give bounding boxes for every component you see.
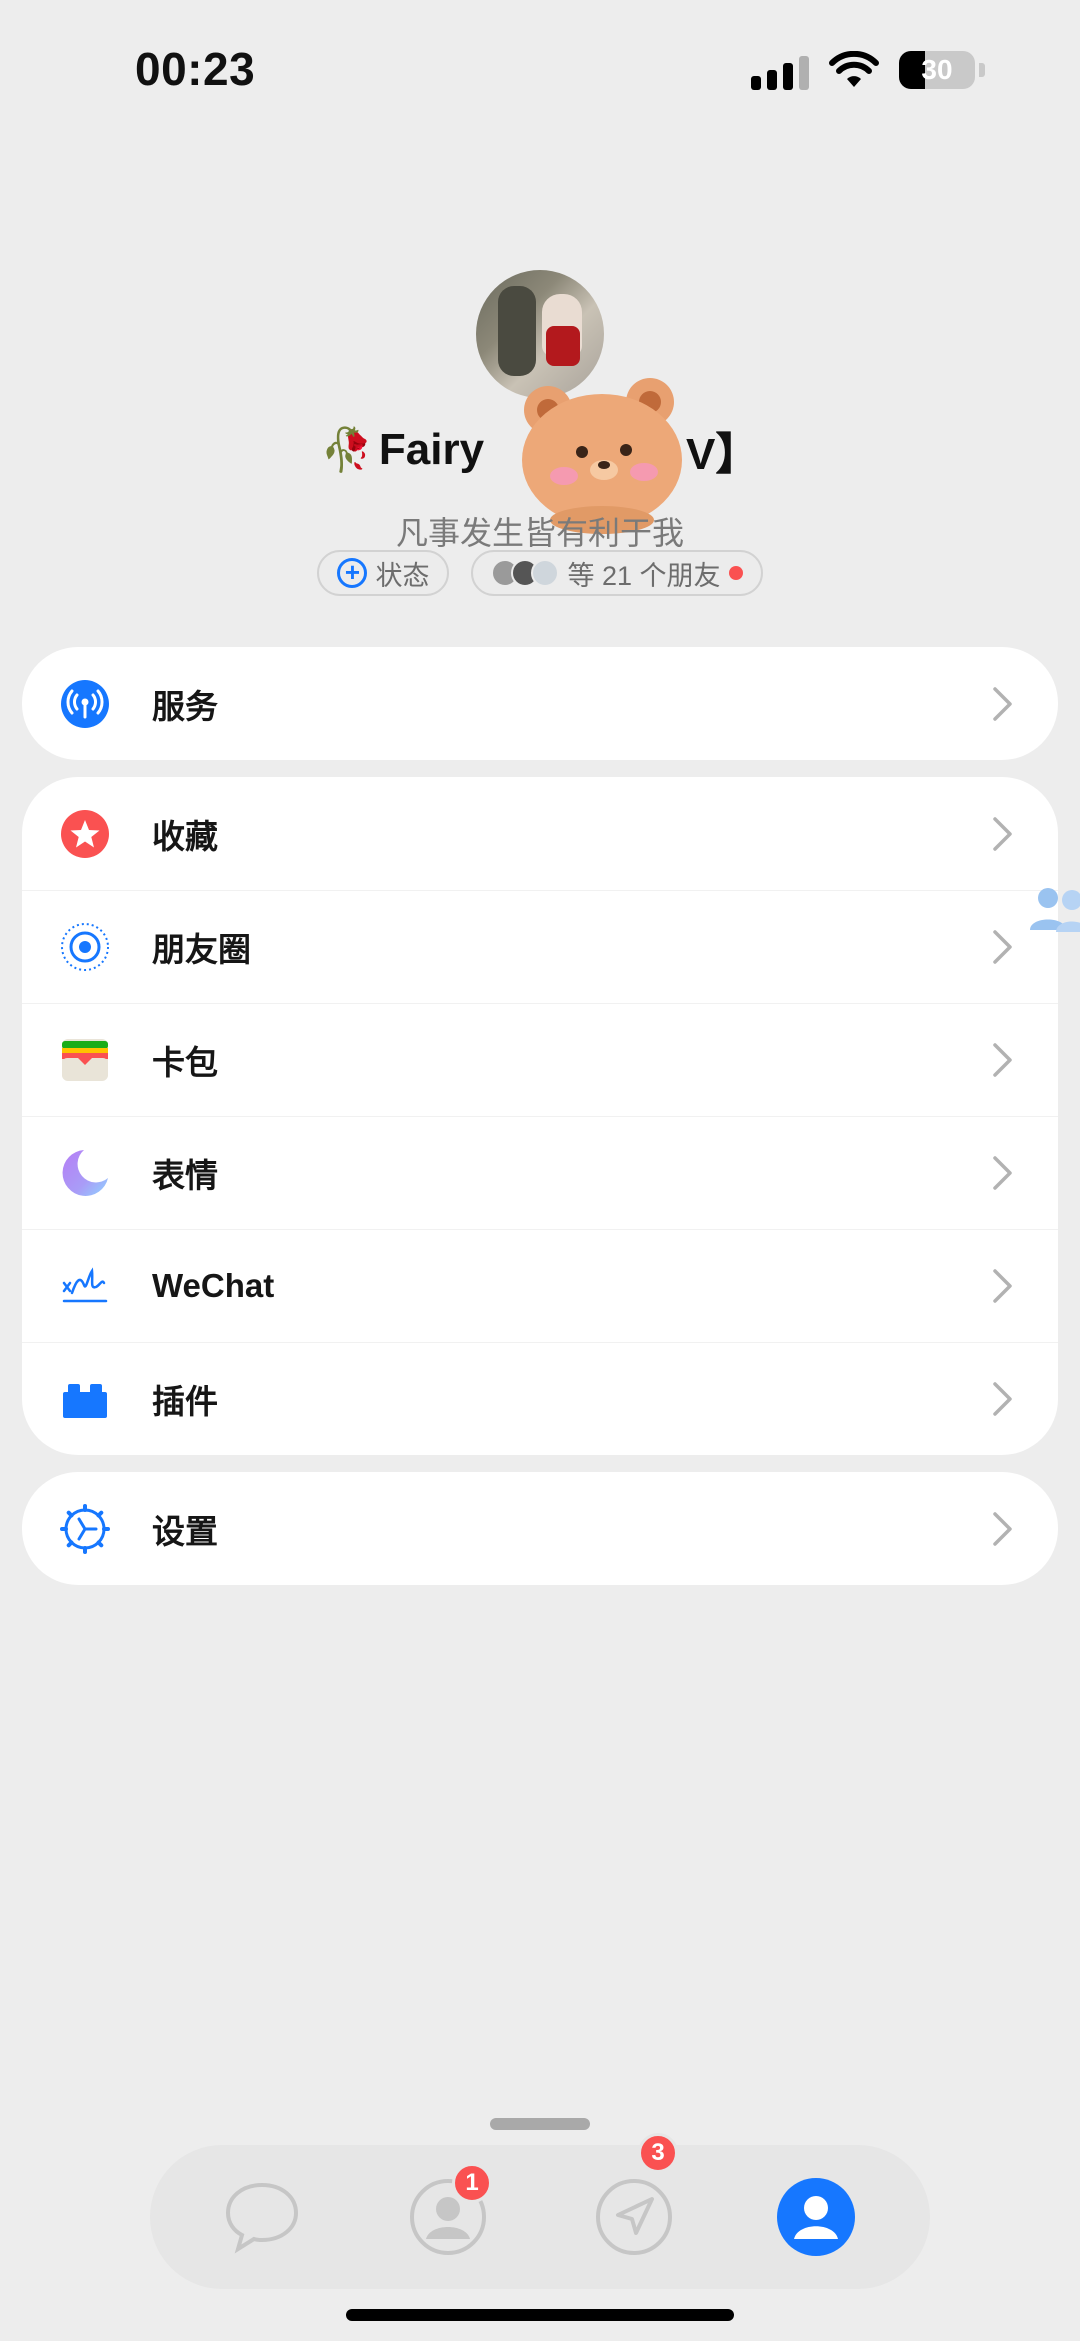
menu-item-favorites[interactable]: 收藏 xyxy=(22,777,1058,890)
menu-item-label: 朋友圈 xyxy=(152,930,251,968)
signature-icon xyxy=(60,1261,110,1311)
chevron-right-icon xyxy=(993,686,1012,721)
tab-chats-icon[interactable] xyxy=(222,2177,302,2257)
menu-item-label: 设置 xyxy=(152,1512,218,1550)
profile-name-prefix: Fairy xyxy=(378,425,485,474)
cellular-signal-icon xyxy=(751,50,809,90)
home-indicator[interactable] xyxy=(346,2309,734,2321)
wallet-cards-icon xyxy=(60,1035,110,1085)
status-icons: 30 xyxy=(751,50,985,90)
chevron-right-icon xyxy=(993,816,1012,851)
menu-item-moments[interactable]: 朋友圈 xyxy=(22,890,1058,1003)
tab-bar: 1 3 xyxy=(150,2133,930,2289)
contacts-badge: 1 xyxy=(452,2163,492,2203)
menu-item-label: 表情 xyxy=(152,1156,218,1194)
moments-icon xyxy=(60,922,110,972)
settings-gear-icon xyxy=(60,1503,110,1554)
profile-signature: 凡事发生皆有利于我 xyxy=(395,515,684,551)
wifi-icon xyxy=(829,51,879,87)
wilted-rose-icon: 🥀 xyxy=(320,425,373,473)
friend-avatars xyxy=(491,559,560,587)
chevron-right-icon xyxy=(993,1155,1012,1190)
menu-item-plugins[interactable]: 插件 xyxy=(22,1342,1058,1455)
menu-item-label: 卡包 xyxy=(152,1043,218,1081)
menu-item-settings[interactable]: 设置 xyxy=(22,1472,1058,1585)
tab-me-icon[interactable] xyxy=(776,2177,856,2257)
profile-name-suffix: V】 xyxy=(686,430,760,479)
services-icon xyxy=(60,679,110,729)
chevron-right-icon xyxy=(993,1268,1012,1303)
friends-chip-label: 等 21 个朋友 xyxy=(567,560,721,591)
menu-item-wechat[interactable]: WeChat xyxy=(22,1229,1058,1342)
discover-badge: 3 xyxy=(638,2133,678,2173)
services-card: 服务 xyxy=(22,647,1058,760)
status-chip-label: 状态 xyxy=(375,560,430,591)
unread-dot xyxy=(728,566,743,580)
sheet-handle[interactable] xyxy=(490,2118,590,2130)
friends-status-button[interactable]: 等 21 个朋友 xyxy=(471,550,763,596)
plus-icon: + xyxy=(337,558,368,588)
stickers-moon-icon xyxy=(60,1148,110,1198)
favorites-star-icon xyxy=(60,809,110,859)
main-menu-card: 收藏 朋友圈 卡包 表情 WeChat 插件 xyxy=(22,777,1058,1455)
people-icon[interactable] xyxy=(1026,884,1080,940)
chevron-right-icon xyxy=(993,1042,1012,1077)
tab-contacts[interactable]: 1 xyxy=(408,2163,492,2257)
chevron-right-icon xyxy=(993,1511,1012,1546)
menu-item-label: 服务 xyxy=(152,687,218,725)
chevron-right-icon xyxy=(993,929,1012,964)
settings-card: 设置 xyxy=(22,1472,1058,1585)
add-status-button[interactable]: + 状态 xyxy=(317,550,450,596)
menu-item-stickers[interactable]: 表情 xyxy=(22,1116,1058,1229)
menu-item-label: 插件 xyxy=(152,1382,218,1420)
plugins-block-icon xyxy=(60,1374,110,1424)
battery-icon: 30 xyxy=(899,51,975,89)
status-time: 00:23 xyxy=(135,43,256,95)
menu-item-label: WeChat xyxy=(152,1266,275,1304)
menu-item-label: 收藏 xyxy=(152,817,218,855)
menu-item-cards[interactable]: 卡包 xyxy=(22,1003,1058,1116)
chevron-right-icon xyxy=(993,1381,1012,1416)
profile-chips: + 状态 等 21 个朋友 xyxy=(0,550,1080,596)
menu-item-services[interactable]: 服务 xyxy=(22,647,1058,760)
discover-compass-icon xyxy=(596,2179,672,2255)
battery-level: 30 xyxy=(921,54,953,85)
tab-discover[interactable]: 3 xyxy=(594,2133,678,2257)
